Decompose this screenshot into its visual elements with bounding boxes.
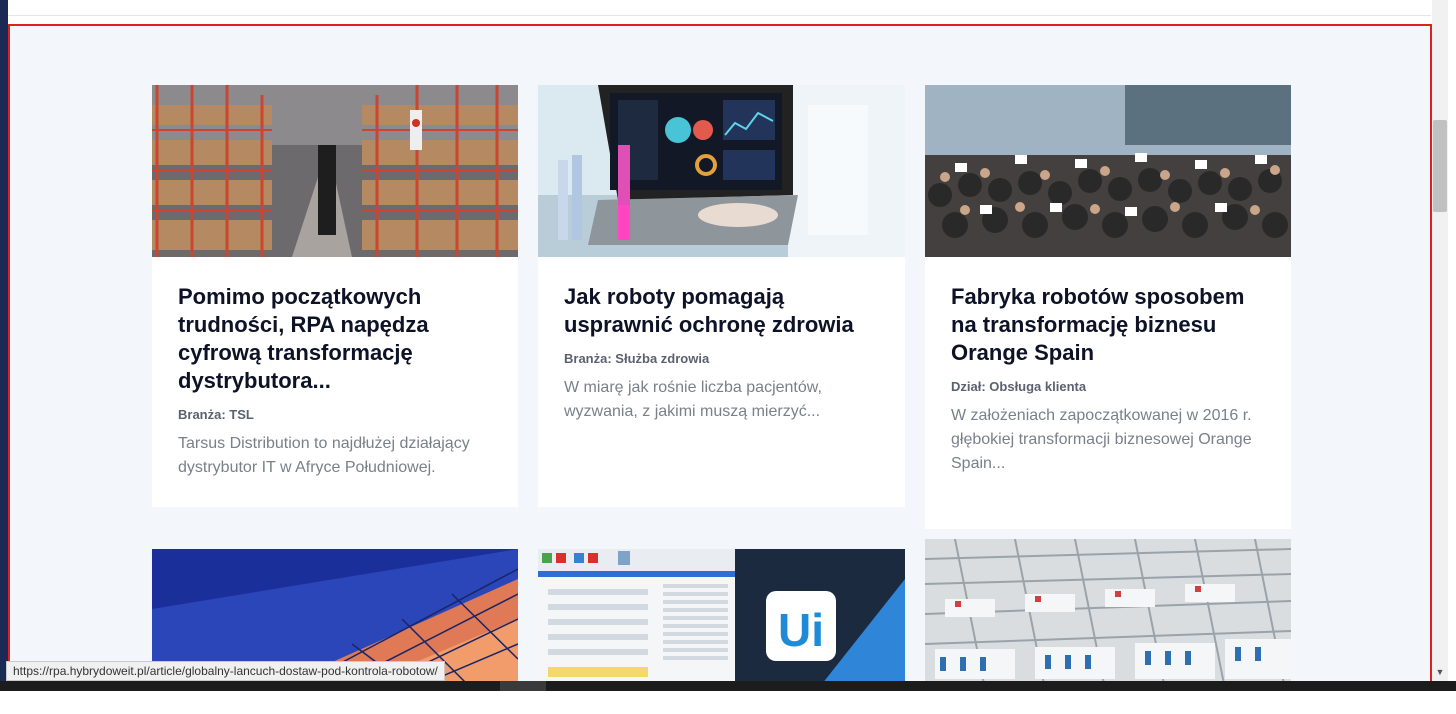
article-image-laboratory[interactable]	[538, 85, 905, 257]
article-meta: Branża: Służba zdrowia	[564, 351, 710, 366]
article-meta: Dział: Obsługa klienta	[951, 379, 1087, 394]
article-image-team[interactable]	[925, 85, 1291, 257]
article-card[interactable]	[925, 539, 1291, 686]
scrollbar-thumb[interactable]	[1433, 120, 1447, 212]
status-bar-url: https://rpa.hybrydoweit.pl/article/globa…	[6, 661, 445, 681]
article-description: Tarsus Distribution to najdłużej działaj…	[178, 435, 470, 476]
article-image-warehouse[interactable]	[152, 85, 518, 257]
bottom-area	[0, 691, 1456, 714]
article-title[interactable]: Jak roboty pomagają usprawnić ochronę zd…	[564, 283, 883, 339]
article-card[interactable]: Pomimo początkowych trudności, RPA napęd…	[152, 85, 518, 507]
article-image-production[interactable]	[925, 539, 1291, 686]
article-title[interactable]: Pomimo początkowych trudności, RPA napęd…	[178, 283, 496, 395]
bottom-strip	[0, 681, 1456, 691]
bottom-strip-segment	[500, 681, 546, 691]
article-body: Jak roboty pomagają usprawnić ochronę zd…	[564, 283, 883, 424]
article-description: W miarę jak rośnie liczba pacjentów, wyz…	[564, 379, 822, 420]
article-card[interactable]: Jak roboty pomagają usprawnić ochronę zd…	[538, 85, 905, 507]
article-body: Fabryka robotów sposobem na transformacj…	[951, 283, 1269, 476]
article-title[interactable]: Fabryka robotów sposobem na transformacj…	[951, 283, 1269, 367]
article-card[interactable]: Fabryka robotów sposobem na transformacj…	[925, 85, 1291, 529]
uipath-logo: Ui	[778, 604, 824, 656]
left-edge-strip	[0, 0, 8, 690]
article-card[interactable]: Ui	[538, 549, 905, 686]
article-meta: Branża: TSL	[178, 407, 254, 422]
article-description: W założeniach zapoczątkowanej w 2016 r. …	[951, 407, 1252, 472]
scroll-down-arrow-icon[interactable]: ▼	[1434, 666, 1446, 678]
articles-section: Pomimo początkowych trudności, RPA napęd…	[8, 24, 1432, 688]
article-image-uipath[interactable]: Ui	[538, 549, 905, 686]
top-bar	[8, 0, 1431, 16]
vertical-scrollbar[interactable]	[1432, 0, 1448, 690]
article-body: Pomimo początkowych trudności, RPA napęd…	[178, 283, 496, 480]
